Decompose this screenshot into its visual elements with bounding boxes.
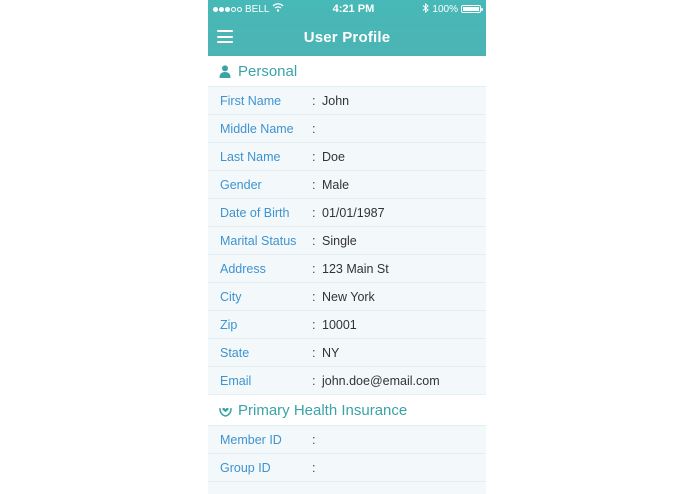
field-separator: : [312, 233, 316, 248]
field-separator: : [312, 93, 316, 108]
field-label: City [220, 289, 242, 304]
field-label: State [220, 345, 250, 360]
field-value: John [322, 93, 350, 108]
field-separator: : [312, 432, 316, 447]
field-value: NY [322, 345, 340, 360]
field-label: First Name [220, 93, 282, 108]
signal-strength-icon [213, 6, 242, 12]
status-bar: BELL 4:21 PM 100% [208, 0, 486, 18]
battery-icon [461, 5, 483, 13]
field-row[interactable]: Marital Status: Single [208, 227, 486, 255]
personal-fields: First Name: John Middle Name: Last Name: Doe… [208, 87, 486, 395]
field-value: 123 Main St [322, 261, 389, 276]
field-label: Last Name [220, 149, 281, 164]
person-icon [219, 64, 232, 79]
field-label: Gender [220, 177, 262, 192]
phone-screen: BELL 4:21 PM 100% User Profile Personal … [208, 0, 486, 494]
field-row[interactable]: Date of Birth:01/01/1987 [208, 199, 486, 227]
status-left: BELL [213, 3, 284, 15]
page-title: User Profile [303, 28, 391, 46]
field-row[interactable]: First Name: John [208, 87, 486, 115]
field-separator: : [312, 205, 316, 220]
field-separator: : [312, 345, 316, 360]
field-label: Date of Birth [220, 205, 290, 220]
field-label: Marital Status [220, 233, 297, 248]
field-row[interactable]: Zip:10001 [208, 311, 486, 339]
wifi-icon [272, 3, 284, 15]
field-row[interactable]: Email: john.doe@email.com [208, 367, 486, 395]
status-time: 4:21 PM [332, 3, 375, 15]
field-row[interactable]: Address:123 Main St [208, 255, 486, 283]
field-label: Email [220, 373, 252, 388]
battery-percent: 100% [432, 3, 458, 15]
field-row[interactable]: Middle Name: [208, 115, 486, 143]
field-label: Address [220, 261, 266, 276]
field-row[interactable]: Group ID: [208, 454, 486, 482]
section-insurance: Primary Health Insurance Member ID: Group… [208, 395, 486, 482]
field-label: Zip [220, 317, 238, 332]
field-label: Group ID [220, 460, 271, 475]
app-header: BELL 4:21 PM 100% User Profile [208, 0, 486, 56]
field-row[interactable]: Gender: Male [208, 171, 486, 199]
carrier-label: BELL [245, 3, 270, 15]
field-separator: : [312, 317, 316, 332]
field-value: Male [322, 177, 350, 192]
hamburger-menu-icon[interactable] [217, 30, 233, 43]
bluetooth-icon [422, 2, 430, 16]
field-value: New York [322, 289, 375, 304]
field-row[interactable]: Last Name: Doe [208, 143, 486, 171]
field-separator: : [312, 121, 316, 136]
section-header-insurance: Primary Health Insurance [208, 395, 486, 426]
section-personal: Personal First Name: John Middle Name: Last… [208, 56, 486, 395]
field-row[interactable]: Member ID: [208, 426, 486, 454]
field-label: Member ID [220, 432, 282, 447]
field-row[interactable]: State: NY [208, 339, 486, 367]
field-value: 01/01/1987 [322, 205, 385, 220]
navigation-bar: User Profile [208, 18, 486, 56]
field-separator: : [312, 261, 316, 276]
health-hands-icon [219, 403, 232, 418]
section-title: Personal [238, 62, 298, 80]
field-separator: : [312, 460, 316, 475]
field-value: 10001 [322, 317, 357, 332]
field-value: Single [322, 233, 357, 248]
field-separator: : [312, 373, 316, 388]
field-value: Doe [322, 149, 345, 164]
field-label: Middle Name [220, 121, 294, 136]
field-value: john.doe@email.com [322, 373, 440, 388]
insurance-fields: Member ID: Group ID: [208, 426, 486, 482]
field-row[interactable]: City: New York [208, 283, 486, 311]
section-title: Primary Health Insurance [238, 401, 408, 419]
field-separator: : [312, 149, 316, 164]
section-header-personal: Personal [208, 56, 486, 87]
field-separator: : [312, 289, 316, 304]
field-separator: : [312, 177, 316, 192]
status-right: 100% [422, 2, 483, 16]
